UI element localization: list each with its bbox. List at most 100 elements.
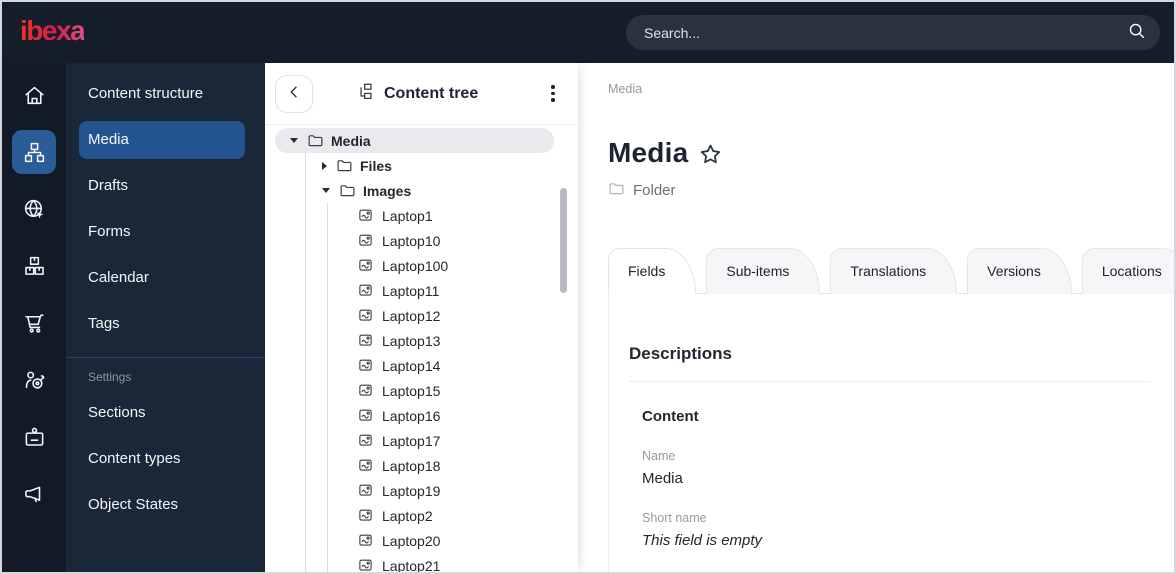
sidebar-divider xyxy=(66,357,265,358)
tree-node-files[interactable]: Files xyxy=(275,153,554,178)
content-tree-title: Content tree xyxy=(357,82,478,105)
sidebar-menu: Content structure Media Drafts Forms Calenda… xyxy=(66,63,265,572)
ibexa-admin-window: ibexa Content structureMediaDraftsFormsC… xyxy=(0,0,1176,574)
sidebar-item-media[interactable]: Media xyxy=(79,121,245,159)
tree-node-laptop13[interactable]: Laptop13 xyxy=(275,328,554,353)
cart-icon xyxy=(22,311,47,336)
tree-node-laptop11[interactable]: Laptop11 xyxy=(275,278,554,303)
tree-node-label: Laptop2 xyxy=(382,507,433,524)
tree-node-laptop21[interactable]: Laptop21 xyxy=(275,553,554,572)
tree-node-label: Laptop19 xyxy=(382,482,441,499)
search-input[interactable] xyxy=(644,24,1127,41)
tree-node-label: Laptop10 xyxy=(382,232,441,249)
global-search[interactable] xyxy=(626,15,1160,50)
tab-sub-items[interactable]: Sub-items xyxy=(706,248,821,294)
tree-node-laptop10[interactable]: Laptop10 xyxy=(275,228,554,253)
tab-locations[interactable]: Locations xyxy=(1081,248,1174,294)
tree-node-laptop2[interactable]: Laptop2 xyxy=(275,503,554,528)
main-nav-rail xyxy=(2,63,66,572)
tab-translations[interactable]: Translations xyxy=(830,248,958,294)
collapse-tree-button[interactable] xyxy=(275,74,313,113)
tree-node-label: Laptop15 xyxy=(382,382,441,399)
tree-node-laptop100[interactable]: Laptop100 xyxy=(275,253,554,278)
tree-node-laptop17[interactable]: Laptop17 xyxy=(275,428,554,453)
image-icon xyxy=(358,257,375,274)
tree-node-images[interactable]: Images xyxy=(275,178,554,203)
image-icon xyxy=(358,332,375,349)
image-icon xyxy=(358,532,375,549)
content-type-label: Folder xyxy=(608,180,1174,201)
rail-item-personalization[interactable] xyxy=(12,358,56,402)
caret-down-icon[interactable] xyxy=(290,138,298,143)
sidebar-item-content-structure[interactable]: Content structure xyxy=(79,75,245,113)
tree-node-label: Laptop20 xyxy=(382,532,441,549)
field-value: Media xyxy=(642,470,683,487)
search-icon[interactable] xyxy=(1127,21,1146,45)
folder-icon xyxy=(339,182,356,199)
field-group: Content Name Media Short name This field is… xyxy=(642,408,1150,549)
tree-node-laptop20[interactable]: Laptop20 xyxy=(275,528,554,553)
image-icon xyxy=(358,432,375,449)
tree-node-laptop19[interactable]: Laptop19 xyxy=(275,478,554,503)
image-icon xyxy=(358,407,375,424)
caret-right-icon[interactable] xyxy=(322,161,327,170)
rail-item-campaigns[interactable] xyxy=(12,472,56,516)
image-icon xyxy=(358,482,375,499)
tree-node-laptop16[interactable]: Laptop16 xyxy=(275,403,554,428)
rail-item-dashboard[interactable] xyxy=(12,73,56,117)
content-tree-header: Content tree xyxy=(265,63,578,125)
tab-fields[interactable]: Fields xyxy=(608,248,697,294)
app-body: Content structure Media Drafts Forms Calenda… xyxy=(2,63,1174,572)
tree-node-laptop1[interactable]: Laptop1 xyxy=(275,203,554,228)
field-label: Name xyxy=(642,449,676,463)
tree-node-laptop15[interactable]: Laptop15 xyxy=(275,378,554,403)
sidebar-item-drafts[interactable]: Drafts xyxy=(79,167,245,205)
main-content: Media Media Folder Fields Sub-items Transl… xyxy=(578,63,1174,572)
image-icon xyxy=(358,307,375,324)
sidebar-item-tags[interactable]: Tags xyxy=(79,305,245,343)
tree-options-button[interactable] xyxy=(542,81,564,106)
tree-node-label: Laptop14 xyxy=(382,357,441,374)
tree-node-label: Laptop100 xyxy=(382,257,449,274)
sidebar-item-object-states[interactable]: Object States xyxy=(79,486,245,524)
rail-item-commerce[interactable] xyxy=(12,301,56,345)
tree-node-media[interactable]: Media xyxy=(275,128,554,153)
star-icon[interactable] xyxy=(698,142,723,167)
image-icon xyxy=(358,232,375,249)
sitemap-icon xyxy=(22,140,47,165)
globe-cursor-icon xyxy=(22,197,47,222)
content-tabs: Fields Sub-items Translations Versions Locat… xyxy=(608,248,1174,294)
rail-item-admin[interactable] xyxy=(12,415,56,459)
rail-item-product-catalog[interactable] xyxy=(12,244,56,288)
sidebar-item-forms[interactable]: Forms xyxy=(79,213,245,251)
folder-icon xyxy=(336,157,353,174)
tree-node-label: Laptop1 xyxy=(382,207,433,224)
rail-item-content[interactable] xyxy=(12,130,56,174)
tree-node-label: Laptop18 xyxy=(382,457,441,474)
tab-versions[interactable]: Versions xyxy=(967,248,1072,294)
tree-node-laptop14[interactable]: Laptop14 xyxy=(275,353,554,378)
topbar: ibexa xyxy=(2,2,1174,63)
divider xyxy=(629,381,1150,382)
tree-scrollbar[interactable] xyxy=(560,188,567,293)
image-icon xyxy=(358,282,375,299)
tree-node-label: Laptop17 xyxy=(382,432,441,449)
tree-node-label: Laptop11 xyxy=(382,282,440,299)
sidebar-item-content-types[interactable]: Content types xyxy=(79,440,245,478)
person-target-icon xyxy=(22,368,47,393)
sidebar-item-calendar[interactable]: Calendar xyxy=(79,259,245,297)
breadcrumb[interactable]: Media xyxy=(608,82,1174,96)
sidebar-item-sections[interactable]: Sections xyxy=(79,394,245,432)
caret-down-icon[interactable] xyxy=(322,188,330,193)
image-icon xyxy=(358,357,375,374)
tree-node-laptop18[interactable]: Laptop18 xyxy=(275,453,554,478)
image-icon xyxy=(358,557,375,572)
content-tree-panel: Content tree Media Files Images Laptop1 Lapt… xyxy=(265,63,578,572)
ibexa-logo: ibexa xyxy=(20,16,86,49)
chevron-left-icon xyxy=(286,84,302,103)
panel-heading: Descriptions xyxy=(629,344,732,363)
tree-node-laptop12[interactable]: Laptop12 xyxy=(275,303,554,328)
field-label: Short name xyxy=(642,511,707,525)
rail-item-site[interactable] xyxy=(12,187,56,231)
tree-node-label: Laptop12 xyxy=(382,307,441,324)
